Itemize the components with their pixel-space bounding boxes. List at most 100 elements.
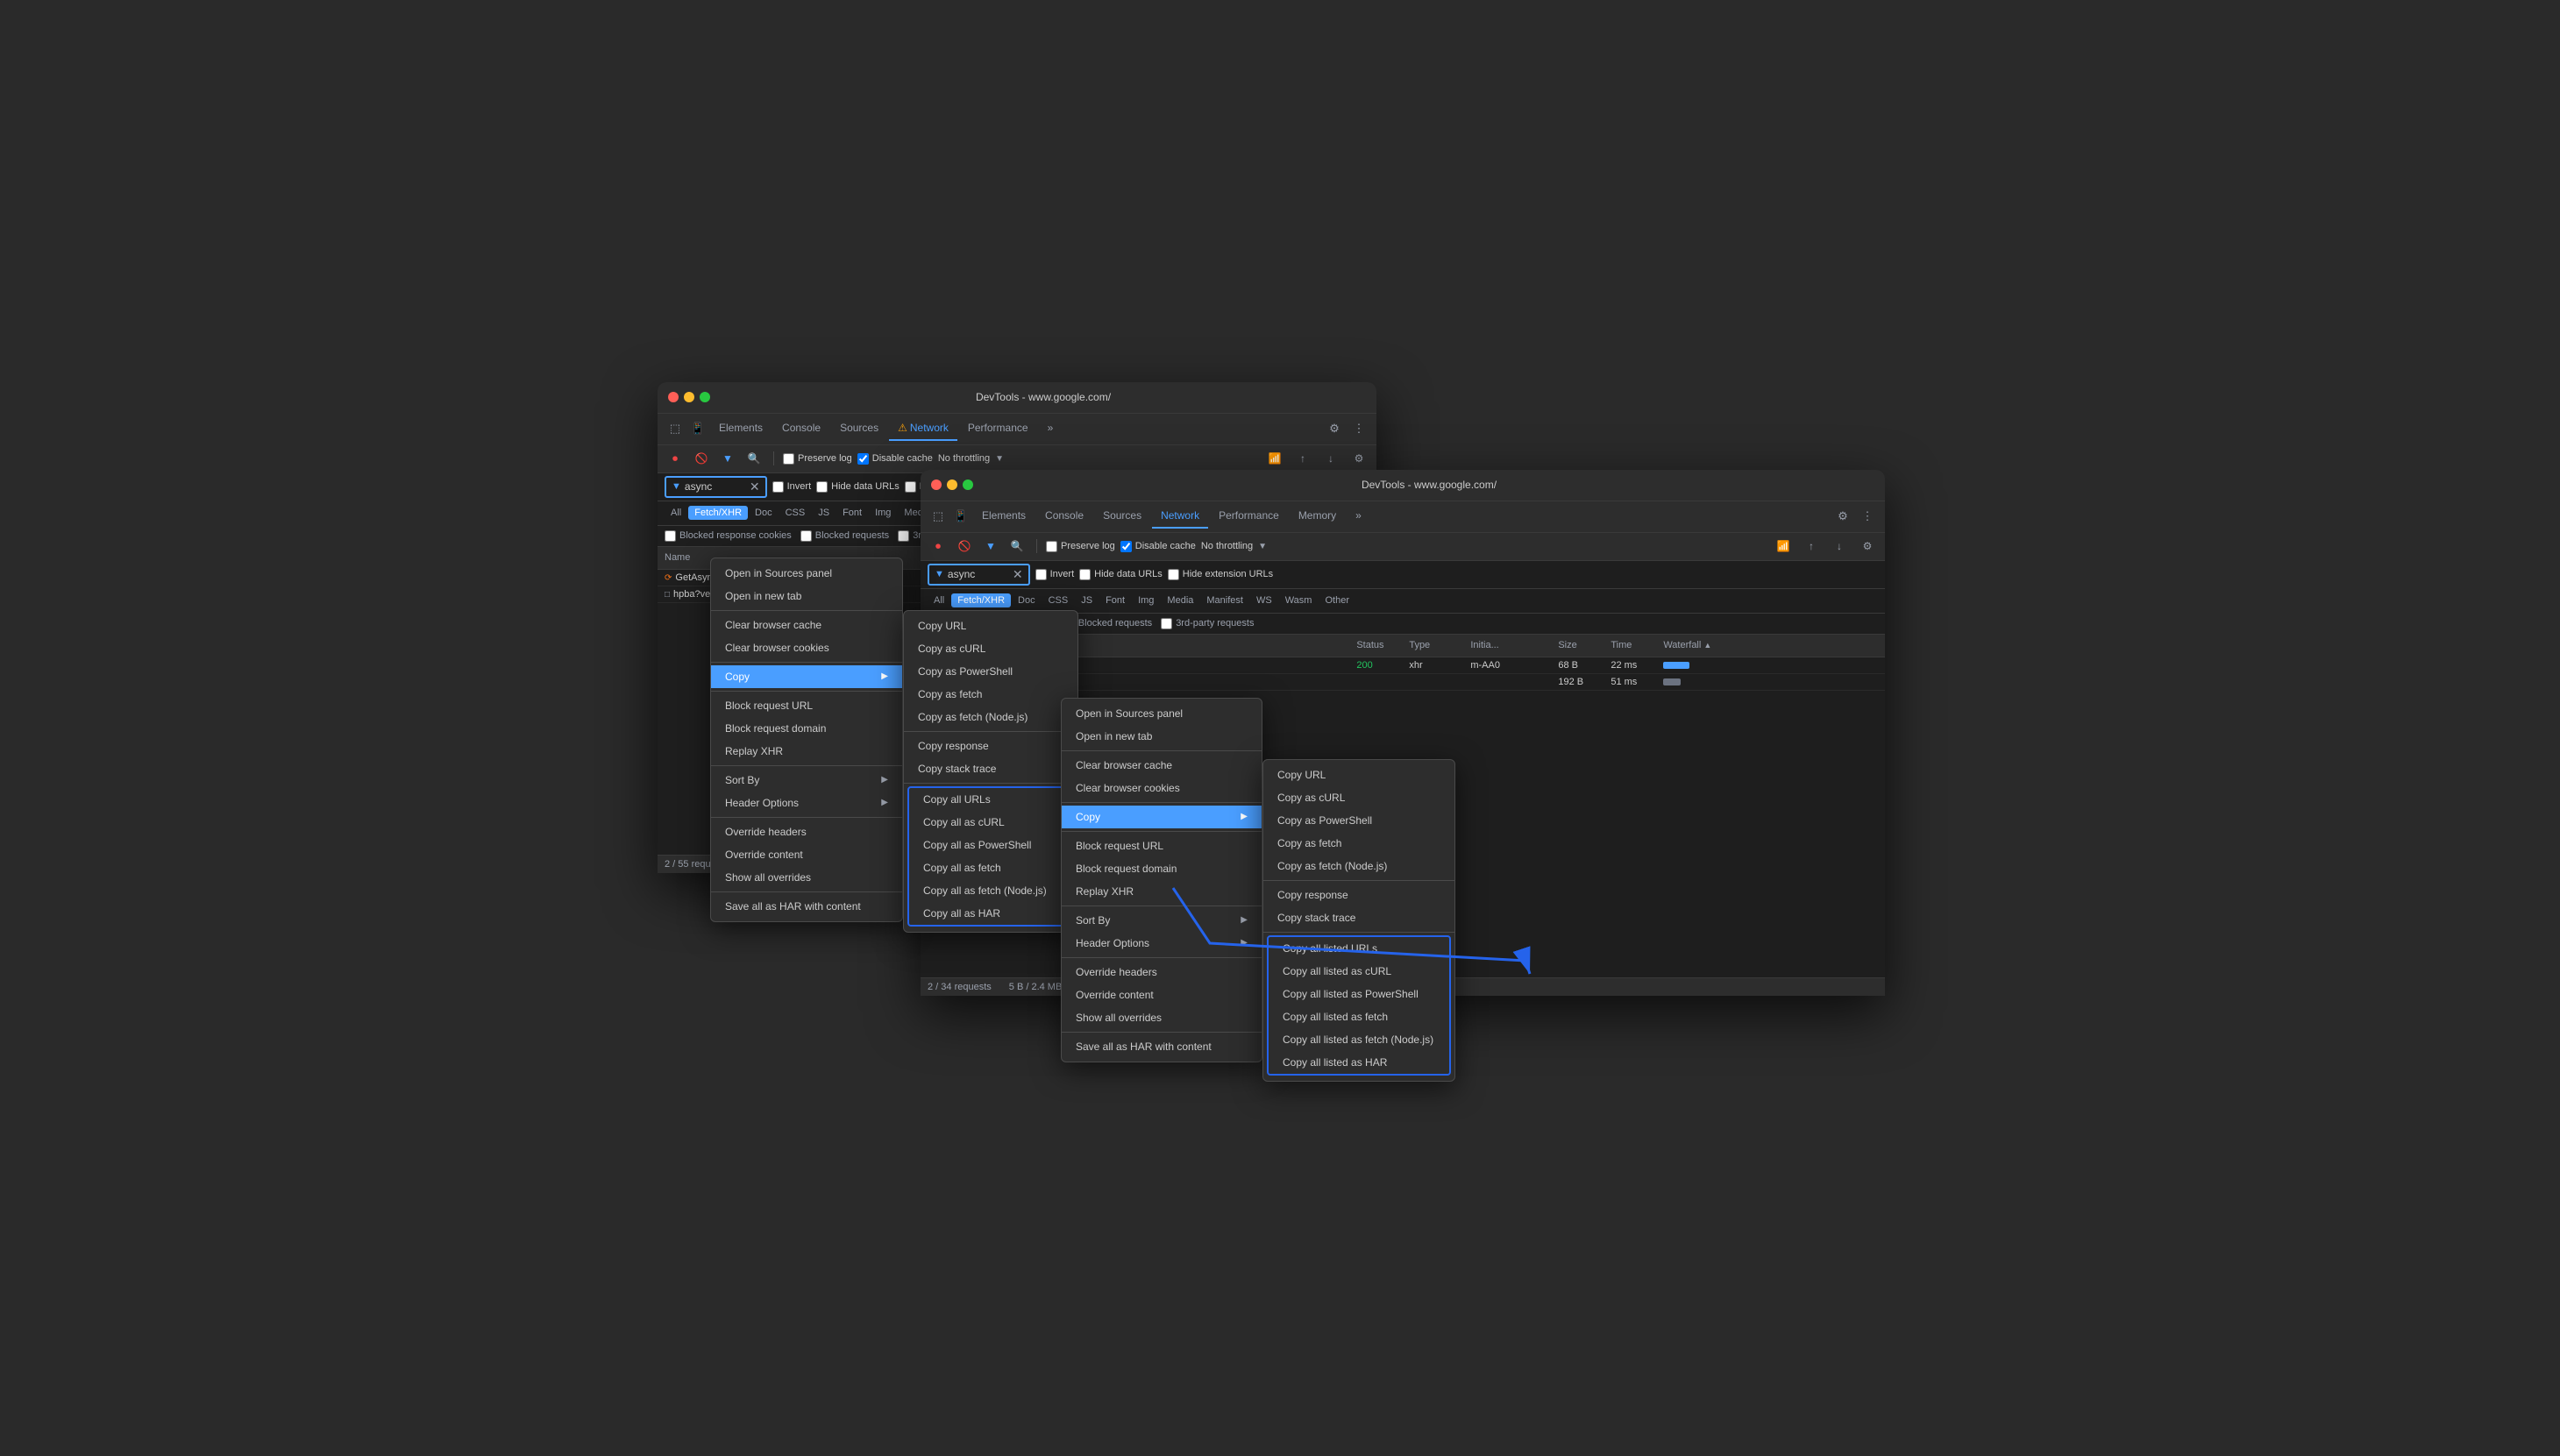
- hide-ext-checkbox-1[interactable]: [905, 481, 916, 493]
- copy-all-listed-powershell-2[interactable]: Copy all listed as PowerShell: [1269, 983, 1449, 1005]
- tab-elements-1[interactable]: Elements: [710, 416, 772, 441]
- copy-curl-1[interactable]: Copy as cURL: [904, 637, 1077, 660]
- filter-ws-2[interactable]: WS: [1250, 593, 1278, 607]
- minimize-button-2[interactable]: [947, 479, 957, 490]
- tab-performance-2[interactable]: Performance: [1210, 504, 1288, 529]
- wifi-icon-1[interactable]: 📶: [1264, 448, 1285, 469]
- th-status-2[interactable]: Status: [1356, 640, 1409, 650]
- clear-icon-2[interactable]: 🚫: [954, 536, 975, 557]
- hide-ext-checkbox-2[interactable]: [1168, 569, 1179, 580]
- filter-all-2[interactable]: All: [928, 593, 950, 607]
- tab-more-1[interactable]: »: [1039, 416, 1063, 441]
- menu-save-har-2[interactable]: Save all as HAR with content: [1062, 1035, 1262, 1058]
- preserve-log-checkbox-2[interactable]: [1046, 541, 1057, 552]
- menu-copy-2[interactable]: Copy ▶: [1062, 806, 1262, 828]
- tab-network-1[interactable]: ⚠Network: [889, 416, 957, 441]
- tab-more-2[interactable]: »: [1347, 504, 1370, 529]
- filter-wasm-2[interactable]: Wasm: [1279, 593, 1319, 607]
- device-mode-icon[interactable]: 📱: [687, 418, 708, 439]
- close-button-2[interactable]: [931, 479, 942, 490]
- preserve-log-checkbox-1[interactable]: [783, 453, 794, 465]
- copy-powershell-1[interactable]: Copy as PowerShell: [904, 660, 1077, 683]
- menu-copy-1[interactable]: Copy ▶: [711, 665, 902, 688]
- copy-all-listed-fetch-node-2[interactable]: Copy all listed as fetch (Node.js): [1269, 1028, 1449, 1051]
- disable-cache-checkbox-1[interactable]: [857, 453, 869, 465]
- menu-override-headers-2[interactable]: Override headers: [1062, 961, 1262, 984]
- search-icon-1[interactable]: 🔍: [743, 448, 764, 469]
- copy-all-powershell-1[interactable]: Copy all as PowerShell: [909, 834, 1072, 856]
- menu-clear-cookies-1[interactable]: Clear browser cookies: [711, 636, 902, 659]
- copy-stack-trace-2[interactable]: Copy stack trace: [1263, 906, 1454, 929]
- copy-response-1[interactable]: Copy response: [904, 735, 1077, 757]
- invert-checkbox-1[interactable]: [772, 481, 784, 493]
- filter-fetchxhr-2[interactable]: Fetch/XHR: [951, 593, 1011, 607]
- select-tool-icon[interactable]: ⬚: [665, 418, 686, 439]
- menu-clear-cookies-2[interactable]: Clear browser cookies: [1062, 777, 1262, 799]
- filter-fetchxhr-1[interactable]: Fetch/XHR: [688, 506, 748, 520]
- menu-block-url-1[interactable]: Block request URL: [711, 694, 902, 717]
- download-icon-1[interactable]: ↓: [1320, 448, 1341, 469]
- copy-fetch-node-2[interactable]: Copy as fetch (Node.js): [1263, 855, 1454, 877]
- menu-show-overrides-2[interactable]: Show all overrides: [1062, 1006, 1262, 1029]
- settings-icon-2[interactable]: ⚙: [1832, 506, 1853, 527]
- filter-doc-2[interactable]: Doc: [1012, 593, 1042, 607]
- clear-icon-1[interactable]: 🚫: [691, 448, 712, 469]
- tab-memory-2[interactable]: Memory: [1290, 504, 1345, 529]
- filter-css-2[interactable]: CSS: [1042, 593, 1075, 607]
- filter-manifest-2[interactable]: Manifest: [1200, 593, 1249, 607]
- th-time-2[interactable]: Time: [1611, 640, 1663, 650]
- filter-clear-1[interactable]: ✕: [750, 479, 760, 494]
- copy-curl-2[interactable]: Copy as cURL: [1263, 786, 1454, 809]
- wifi-icon-2[interactable]: 📶: [1773, 536, 1794, 557]
- third-party-check-1[interactable]: [898, 530, 909, 542]
- copy-all-urls-1[interactable]: Copy all URLs: [909, 788, 1072, 811]
- menu-header-options-1[interactable]: Header Options ▶: [711, 792, 902, 814]
- copy-url-1[interactable]: Copy URL: [904, 614, 1077, 637]
- filter-all-1[interactable]: All: [665, 506, 687, 520]
- copy-stack-trace-1[interactable]: Copy stack trace: [904, 757, 1077, 780]
- filter-input-1[interactable]: [685, 480, 746, 493]
- hide-data-urls-checkbox-2[interactable]: [1079, 569, 1091, 580]
- third-party-check-2[interactable]: [1161, 618, 1172, 629]
- copy-response-2[interactable]: Copy response: [1263, 884, 1454, 906]
- menu-sort-by-1[interactable]: Sort By ▶: [711, 769, 902, 792]
- device-mode-icon-2[interactable]: 📱: [950, 506, 971, 527]
- filter-input-2[interactable]: [948, 568, 1009, 580]
- copy-url-2[interactable]: Copy URL: [1263, 764, 1454, 786]
- menu-sort-by-2[interactable]: Sort By ▶: [1062, 909, 1262, 932]
- th-initiator-2[interactable]: Initia...: [1470, 640, 1558, 650]
- upload-icon-2[interactable]: ↑: [1801, 536, 1822, 557]
- disable-cache-checkbox-2[interactable]: [1120, 541, 1132, 552]
- filter-icon-1[interactable]: ▼: [717, 448, 738, 469]
- upload-icon-1[interactable]: ↑: [1292, 448, 1313, 469]
- throttling-select-2[interactable]: No throttling: [1201, 541, 1253, 551]
- copy-fetch-1[interactable]: Copy as fetch: [904, 683, 1077, 706]
- filter-js-1[interactable]: JS: [812, 506, 836, 520]
- menu-block-domain-2[interactable]: Block request domain: [1062, 857, 1262, 880]
- copy-all-listed-har-2[interactable]: Copy all listed as HAR: [1269, 1051, 1449, 1074]
- settings2-icon-2[interactable]: ⚙: [1857, 536, 1878, 557]
- menu-show-overrides-1[interactable]: Show all overrides: [711, 866, 902, 889]
- record-icon-2[interactable]: ⏺: [928, 536, 949, 557]
- menu-override-headers-1[interactable]: Override headers: [711, 820, 902, 843]
- menu-override-content-2[interactable]: Override content: [1062, 984, 1262, 1006]
- menu-save-har-1[interactable]: Save all as HAR with content: [711, 895, 902, 918]
- select-tool-icon-2[interactable]: ⬚: [928, 506, 949, 527]
- tab-console-1[interactable]: Console: [773, 416, 829, 441]
- menu-override-content-1[interactable]: Override content: [711, 843, 902, 866]
- filter-css-1[interactable]: CSS: [779, 506, 812, 520]
- search-icon-2[interactable]: 🔍: [1006, 536, 1028, 557]
- menu-replay-xhr-1[interactable]: Replay XHR: [711, 740, 902, 763]
- blocked-cookies-label-1[interactable]: Blocked response cookies: [665, 530, 792, 542]
- tab-elements-2[interactable]: Elements: [973, 504, 1035, 529]
- menu-open-sources-2[interactable]: Open in Sources panel: [1062, 702, 1262, 725]
- filter-icon-2[interactable]: ▼: [980, 536, 1001, 557]
- tab-console-2[interactable]: Console: [1036, 504, 1092, 529]
- blocked-cookies-check-1[interactable]: [665, 530, 676, 542]
- filter-doc-1[interactable]: Doc: [749, 506, 779, 520]
- more-icon-2[interactable]: ⋮: [1857, 506, 1878, 527]
- menu-open-tab-2[interactable]: Open in new tab: [1062, 725, 1262, 748]
- tab-network-2[interactable]: Network: [1152, 504, 1208, 529]
- maximize-button-1[interactable]: [700, 392, 710, 402]
- download-icon-2[interactable]: ↓: [1829, 536, 1850, 557]
